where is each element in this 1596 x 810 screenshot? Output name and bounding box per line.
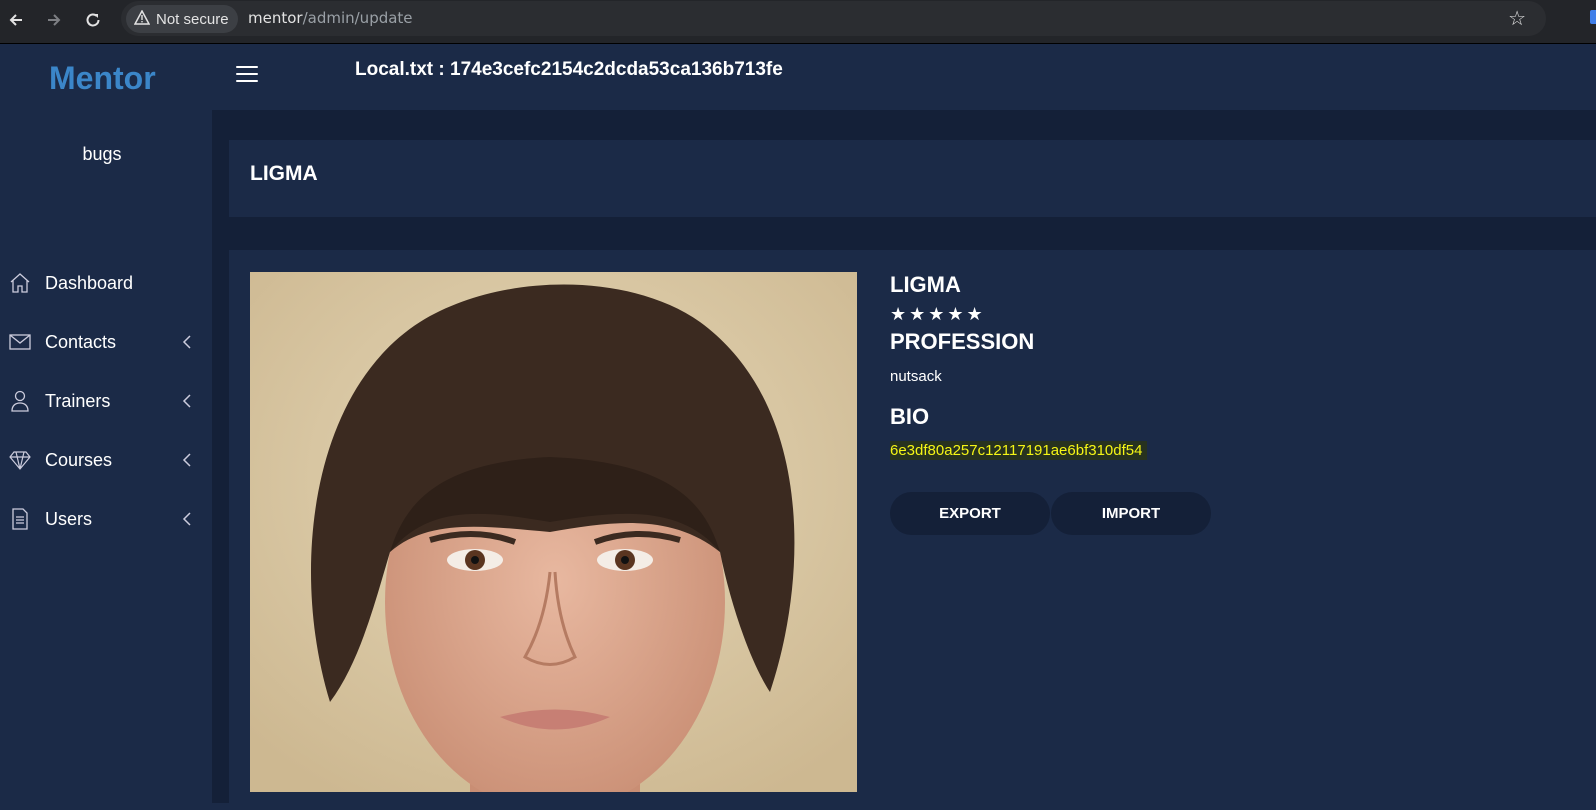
sidebar-item-label: Contacts [45,332,117,352]
page-title: LIGMA [250,162,318,185]
person-icon [8,389,32,413]
export-button[interactable]: EXPORT [890,492,1050,535]
extension-icon[interactable] [1590,10,1596,24]
home-icon [8,271,32,295]
chevron-left-icon [182,511,192,527]
address-bar[interactable]: Not secure mentor/admin/update ☆ [121,1,1546,36]
warning-icon [133,8,151,29]
profession-heading: PROFESSION [890,329,1035,354]
rating-stars: ★★★★★ [890,304,986,324]
chevron-left-icon [182,452,192,468]
local-txt-text: Local.txt : 174e3cefc2154c2dcda53ca136b7… [355,59,783,80]
main-content: LIGMA LIGMA ★★★★★ PROFESSION nutsack BIO… [212,110,1596,810]
chevron-left-icon [182,393,192,409]
bookmark-star-icon[interactable]: ☆ [1508,6,1526,31]
profile-name: LIGMA [890,272,961,297]
top-header: Local.txt : 174e3cefc2154c2dcda53ca136b7… [212,44,1596,110]
chevron-left-icon [182,334,192,350]
sidebar-item-courses[interactable]: Courses [0,440,204,480]
sidebar: Mentor bugs Dashboard Contacts Trainers … [0,44,212,803]
security-label: Not secure [156,10,229,28]
app-logo[interactable]: Mentor [49,60,156,97]
import-button[interactable]: IMPORT [1051,492,1211,535]
sidebar-item-users[interactable]: Users [0,499,204,539]
forward-icon[interactable] [42,8,66,32]
sidebar-item-label: Dashboard [45,273,134,293]
profile-card: LIGMA ★★★★★ PROFESSION nutsack BIO 6e3df… [229,250,1596,810]
profile-photo [250,272,857,792]
sidebar-item-trainers[interactable]: Trainers [0,381,204,421]
url-text[interactable]: mentor/admin/update [248,9,413,27]
reload-icon[interactable] [81,8,105,32]
sidebar-item-label: Courses [45,450,113,470]
username: bugs [82,144,122,164]
browser-toolbar: Not secure mentor/admin/update ☆ [0,0,1596,44]
bio-heading: BIO [890,404,930,429]
url-path: /admin/update [302,9,413,27]
hamburger-menu-icon[interactable] [236,66,258,84]
security-indicator[interactable]: Not secure [126,5,238,33]
bio-value: 6e3df80a257c12117191ae6bf310df54 [890,441,1148,460]
sidebar-item-label: Users [45,509,93,529]
sidebar-item-label: Trainers [45,391,111,411]
sidebar-item-contacts[interactable]: Contacts [0,322,204,362]
document-icon [8,507,32,531]
profession-value: nutsack [890,368,942,385]
sidebar-item-dashboard[interactable]: Dashboard [0,263,204,303]
url-host: mentor [248,9,303,27]
diamond-icon [8,448,32,472]
page-title-card: LIGMA [229,140,1596,217]
envelope-icon [8,330,32,354]
back-icon[interactable] [4,8,28,32]
